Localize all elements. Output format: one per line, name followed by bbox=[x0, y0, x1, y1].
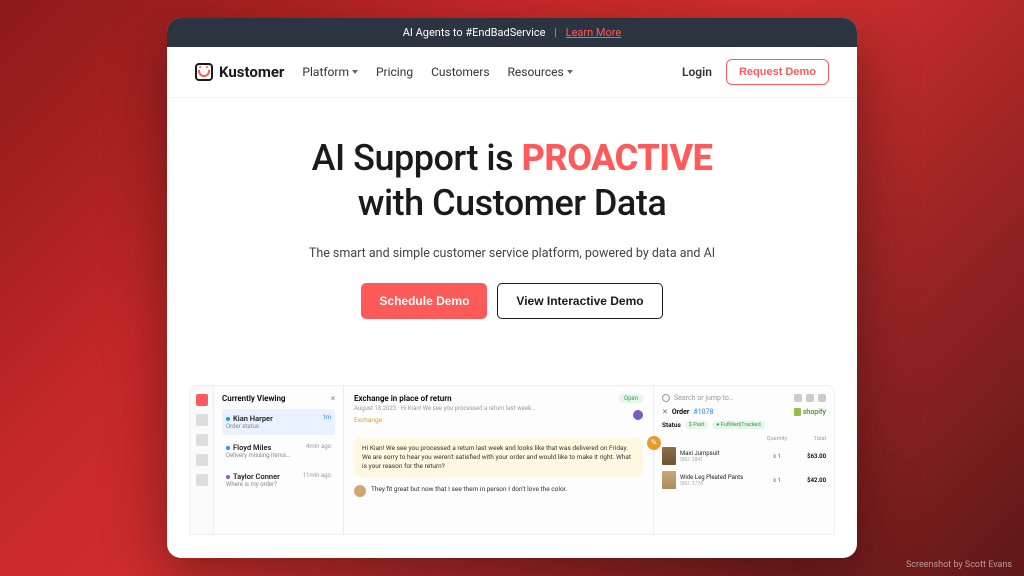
sidebar-logo-icon bbox=[196, 394, 208, 406]
conversation-list: Currently Viewing × 1m Kian Harper Order… bbox=[214, 386, 344, 534]
thread-tag: Exchange bbox=[354, 416, 382, 424]
preview-sidebar bbox=[190, 386, 214, 534]
close-icon[interactable]: × bbox=[331, 394, 335, 403]
product-thumbnail bbox=[662, 447, 676, 465]
banner-divider: | bbox=[554, 26, 557, 39]
conversation-thread: Open Exchange in place of return August … bbox=[344, 386, 654, 534]
browser-window: AI Agents to #EndBadService | Learn More… bbox=[167, 18, 857, 558]
request-demo-button[interactable]: Request Demo bbox=[726, 59, 829, 85]
context-panel: Search or jump to… ✕ Order #1078 shopify… bbox=[654, 386, 834, 534]
status-dot-icon bbox=[226, 446, 230, 450]
nav-item-platform[interactable]: Platform bbox=[302, 65, 358, 79]
main-nav: Kustomer Platform Pricing Customers Reso… bbox=[167, 47, 857, 98]
paid-badge: $ Paid bbox=[685, 421, 708, 429]
thread-meta: August 18 2023 · Hi Kian! We see you pro… bbox=[354, 405, 643, 412]
channel-icon bbox=[633, 410, 643, 420]
chevron-down-icon bbox=[352, 70, 358, 74]
table-row: Maxi Jumpsuit SKU: 2841 x 1 $63.00 bbox=[662, 444, 826, 468]
list-header: Currently Viewing × bbox=[222, 394, 335, 403]
sidebar-icon[interactable] bbox=[196, 454, 208, 466]
filter-icon[interactable] bbox=[794, 394, 802, 402]
customer-message: They fit great but now that I see them i… bbox=[354, 485, 643, 497]
settings-icon[interactable] bbox=[818, 394, 826, 402]
brand-logo[interactable]: Kustomer bbox=[195, 63, 284, 81]
status-dot-icon bbox=[226, 417, 230, 421]
chevron-down-icon bbox=[567, 70, 573, 74]
nav-right: Login Request Demo bbox=[682, 59, 829, 85]
avatar bbox=[354, 485, 366, 497]
hero-section: AI Support is PROACTIVE with Customer Da… bbox=[167, 98, 857, 337]
status-badge: Open bbox=[619, 394, 643, 403]
bell-icon[interactable] bbox=[806, 394, 814, 402]
nav-item-resources[interactable]: Resources bbox=[508, 65, 573, 79]
nav-item-customers[interactable]: Customers bbox=[431, 65, 489, 79]
hero-headline: AI Support is PROACTIVE with Customer Da… bbox=[207, 136, 817, 226]
hero-subtitle: The smart and simple customer service pl… bbox=[207, 246, 817, 261]
schedule-demo-button[interactable]: Schedule Demo bbox=[361, 283, 487, 319]
banner-text: AI Agents to #EndBadService bbox=[403, 26, 546, 39]
nav-item-pricing[interactable]: Pricing bbox=[376, 65, 413, 79]
app-preview: Currently Viewing × 1m Kian Harper Order… bbox=[189, 385, 835, 535]
login-link[interactable]: Login bbox=[682, 65, 712, 79]
shopify-badge: shopify bbox=[794, 408, 826, 416]
screenshot-credit: Screenshot by Scott Evans bbox=[906, 560, 1012, 570]
shopify-icon bbox=[794, 408, 801, 416]
interactive-demo-button[interactable]: View Interactive Demo bbox=[497, 283, 662, 319]
nav-links: Platform Pricing Customers Resources bbox=[302, 65, 572, 79]
order-header: ✕ Order #1078 shopify bbox=[662, 408, 826, 416]
conversation-item[interactable]: 1m Kian Harper Order status bbox=[222, 409, 335, 435]
product-table: Quantity Total Maxi Jumpsuit SKU: 2841 x… bbox=[662, 434, 826, 492]
order-number[interactable]: #1078 bbox=[693, 408, 713, 416]
edit-icon[interactable]: ✎ bbox=[647, 436, 661, 450]
conversation-item[interactable]: 4min ago Floyd Miles Delivery missing it… bbox=[222, 438, 335, 464]
sidebar-icon[interactable] bbox=[196, 474, 208, 486]
order-status: Status $ Paid ● Fulfilled|Tracked bbox=[662, 421, 826, 429]
table-header: Quantity Total bbox=[662, 434, 826, 444]
close-icon[interactable]: ✕ bbox=[662, 408, 668, 416]
status-dot-icon bbox=[226, 475, 230, 479]
agent-message: Hi Kian! We see you processed a return l… bbox=[354, 438, 643, 477]
search-icon bbox=[662, 394, 670, 402]
table-row: Wide Leg Pleated Pants SKU: 3778 x 1 $42… bbox=[662, 468, 826, 492]
thread-title: Exchange in place of return bbox=[354, 394, 643, 403]
search-input[interactable]: Search or jump to… bbox=[662, 394, 826, 402]
cta-buttons: Schedule Demo View Interactive Demo bbox=[207, 283, 817, 319]
brand-logo-icon bbox=[195, 63, 213, 81]
sidebar-icon[interactable] bbox=[196, 414, 208, 426]
fulfilled-badge: ● Fulfilled|Tracked bbox=[712, 421, 765, 429]
product-thumbnail bbox=[662, 471, 676, 489]
brand-name: Kustomer bbox=[219, 63, 284, 81]
conversation-item[interactable]: 11min ago Taylor Conner Where is my orde… bbox=[222, 467, 335, 493]
announcement-banner: AI Agents to #EndBadService | Learn More bbox=[167, 18, 857, 47]
banner-link[interactable]: Learn More bbox=[566, 26, 622, 39]
sidebar-icon[interactable] bbox=[196, 434, 208, 446]
panel-action-icons bbox=[794, 394, 826, 402]
